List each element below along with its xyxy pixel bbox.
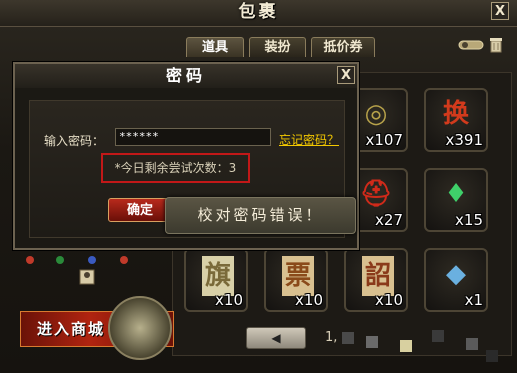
window-close-button[interactable]: X [491,2,509,20]
inventory-slot[interactable]: 换 x391 [424,88,488,152]
crystal-lantern-icon: ◆ [446,259,466,289]
character-icons-area [16,254,166,294]
inventory-slot[interactable]: ♦ x15 [424,168,488,232]
password-label: 输入密码： [44,134,105,148]
sort-toggle-icon[interactable] [458,38,484,52]
remaining-attempts-notice: *今日剩余尝试次数：3 [101,153,250,183]
dialog-title: 密码 [15,64,357,88]
inventory-slot[interactable]: ◆ x1 [424,248,488,312]
password-field[interactable]: ****** [115,128,271,146]
dialog-close-button[interactable]: X [337,66,355,84]
item-count: x10 [295,291,323,309]
trash-icon[interactable] [489,37,503,53]
inventory-slot[interactable]: 票 x10 [264,248,328,312]
tab-vouchers[interactable]: 抵价券 [311,37,375,57]
prev-page-button[interactable]: ◀ [246,327,306,349]
pixelated-area [336,326,506,370]
ticket-scroll-icon: 票 [282,256,314,296]
item-count: x107 [365,131,403,149]
item-count: x1 [464,291,483,309]
item-count: x10 [375,291,403,309]
confirm-button[interactable]: 确定 [108,198,172,222]
mall-emblem-icon[interactable] [108,296,172,360]
tab-items[interactable]: 道具 [186,37,244,57]
inventory-slot[interactable]: 旗 x10 [184,248,248,312]
item-count: x10 [215,291,243,309]
arrow-left-icon: ◀ [271,331,281,345]
item-count: x391 [445,131,483,149]
error-toast: 校对密码错误！ [165,197,356,234]
window-title: 包裹 [238,2,279,22]
tab-outfits[interactable]: 装扮 [249,37,306,57]
flag-scroll-icon: 旗 [202,256,234,296]
forgot-password-link[interactable]: 忘记密码？ [279,131,339,148]
edict-scroll-icon: 詔 [362,256,394,296]
green-crystal-icon: ♦ [444,179,468,209]
exchange-token-icon: 换 [442,99,469,129]
item-count: x27 [375,211,403,229]
item-count: x15 [455,211,483,229]
inventory-slot[interactable]: 詔 x10 [344,248,408,312]
